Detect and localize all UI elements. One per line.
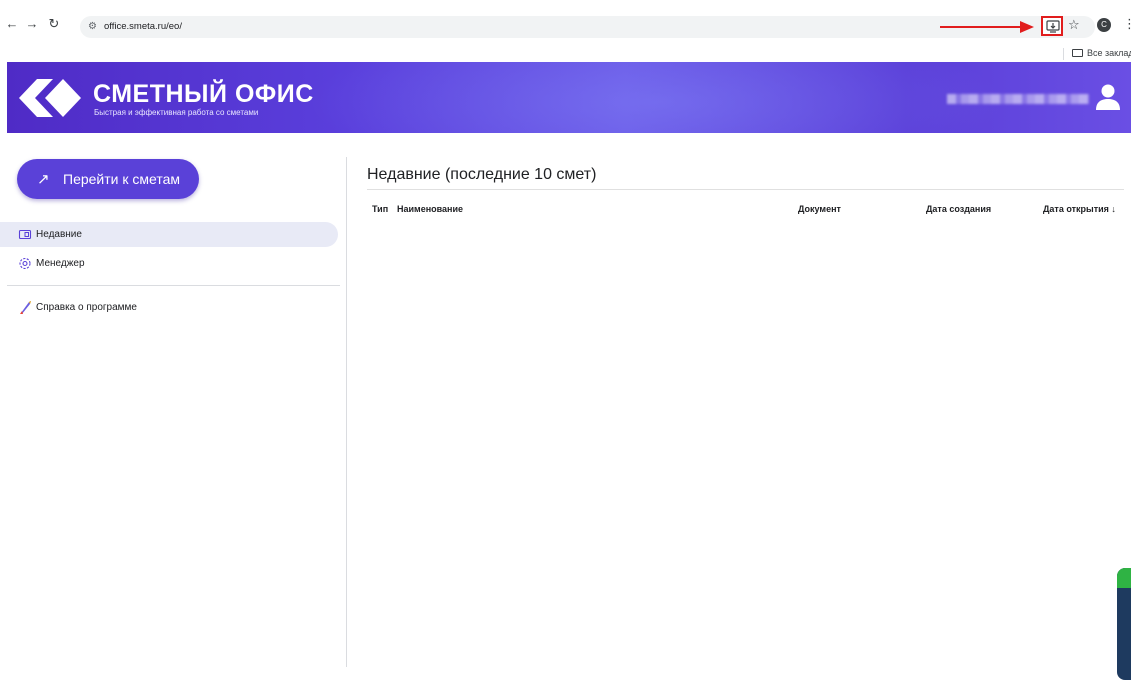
title-divider (367, 189, 1124, 190)
brand-title: СМЕТНЫЙ ОФИС (93, 80, 314, 108)
sidebar: ↗ Перейти к сметам Недавние Менеджер Спра… (0, 133, 346, 684)
browser-menu-icon[interactable]: ⋮ (1123, 16, 1131, 32)
back-icon[interactable]: ← (4, 16, 20, 32)
rocket-icon (20, 301, 31, 314)
folder-recent-icon (18, 229, 32, 240)
page-title: Недавние (последние 10 смет) (367, 166, 597, 183)
sidebar-item-about[interactable]: Справка о программе (0, 295, 338, 320)
arrow-up-right-icon: ↗ (37, 171, 50, 188)
online-consultant-widget[interactable] (1117, 568, 1131, 680)
gear-icon (19, 257, 31, 270)
brand-logo[interactable] (17, 75, 83, 121)
goto-estimates-button[interactable]: ↗ Перейти к сметам (17, 159, 199, 199)
all-bookmarks-button[interactable]: Все закладки (1072, 46, 1131, 60)
folder-icon (1072, 49, 1083, 57)
annotation-arrow-head (1020, 21, 1034, 33)
panel-splitter[interactable] (346, 157, 347, 667)
user-icon[interactable] (1095, 83, 1121, 111)
column-header-type[interactable]: Тип (372, 203, 388, 215)
sidebar-item-label: Недавние (36, 229, 82, 240)
column-header-document[interactable]: Документ (798, 203, 841, 215)
annotation-arrow-line (940, 26, 1022, 28)
sidebar-item-label: Менеджер (36, 258, 85, 269)
column-header-name[interactable]: Наименование (397, 203, 463, 215)
site-settings-icon[interactable]: ⚙ (88, 20, 97, 34)
browser-window: ← → ↻ ⚙ office.smeta.ru/eo/ ☆ C ⋮ Все за… (0, 0, 1131, 684)
browser-toolbar: ← → ↻ ⚙ office.smeta.ru/eo/ ☆ C ⋮ (0, 0, 1131, 42)
sidebar-item-recent[interactable]: Недавние (0, 222, 338, 247)
install-app-icon (1046, 20, 1060, 33)
goto-estimates-label: Перейти к сметам (63, 171, 180, 187)
url-text: office.smeta.ru/eo/ (104, 21, 182, 32)
reload-icon[interactable]: ↻ (46, 16, 62, 32)
bookmarks-separator (1063, 48, 1064, 60)
sidebar-item-label: Справка о программе (36, 302, 137, 313)
all-bookmarks-label: Все закладки (1087, 48, 1131, 58)
profile-avatar[interactable]: C (1097, 18, 1111, 32)
forward-icon[interactable]: → (24, 16, 40, 32)
column-header-opened[interactable]: Дата открытия ↓ (1043, 203, 1116, 215)
install-app-button[interactable] (1041, 16, 1063, 36)
user-name-redacted (947, 94, 1089, 104)
brand-subtitle: Быстрая и эффективная работа со сметами (94, 108, 259, 117)
sidebar-divider (7, 285, 340, 286)
app-header: СМЕТНЫЙ ОФИС Быстрая и эффективная работ… (7, 62, 1131, 133)
column-header-created[interactable]: Дата создания (926, 203, 991, 215)
bookmark-star-icon[interactable]: ☆ (1068, 17, 1080, 33)
sidebar-item-manager[interactable]: Менеджер (0, 251, 338, 276)
